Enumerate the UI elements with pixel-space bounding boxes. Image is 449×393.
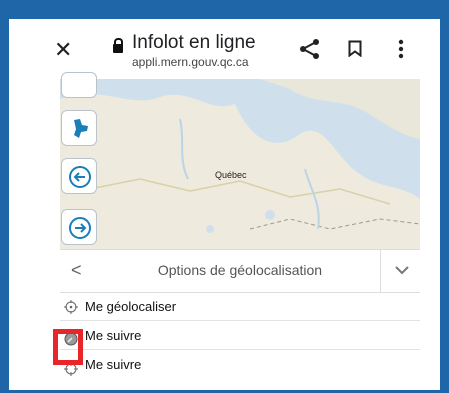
option-label: Me géolocaliser bbox=[85, 299, 177, 314]
lock-icon bbox=[113, 38, 123, 53]
previous-extent-button[interactable] bbox=[61, 158, 97, 194]
close-icon[interactable]: ✕ bbox=[54, 38, 72, 62]
option-me-suivre-2[interactable]: Me suivre bbox=[60, 353, 420, 379]
option-label: Me suivre bbox=[85, 328, 142, 343]
geolocation-panel-header: < Options de géolocalisation bbox=[60, 249, 420, 293]
header-divider bbox=[380, 250, 381, 292]
map-land bbox=[60, 79, 420, 249]
arrow-right-icon bbox=[69, 217, 91, 239]
bookmark-icon[interactable] bbox=[348, 40, 362, 57]
page-url: appli.mern.gouv.qc.ca bbox=[132, 55, 249, 69]
more-options-icon[interactable] bbox=[397, 38, 405, 60]
crosshair-icon bbox=[64, 300, 78, 314]
page-title: Infolot en ligne bbox=[132, 32, 256, 53]
arrow-left-icon bbox=[69, 166, 91, 188]
option-me-geolocaliser[interactable]: Me géolocaliser bbox=[60, 295, 420, 321]
map-view[interactable]: Québec bbox=[60, 79, 420, 249]
option-me-suivre[interactable]: Me suivre bbox=[60, 324, 420, 350]
chevron-down-icon[interactable] bbox=[394, 262, 410, 278]
next-extent-button[interactable] bbox=[61, 209, 97, 245]
share-icon[interactable] bbox=[299, 38, 321, 60]
highlight-box bbox=[53, 329, 83, 365]
quebec-shape-icon bbox=[74, 119, 88, 138]
quebec-map-button[interactable] bbox=[61, 110, 97, 146]
panel-title: Options de géolocalisation bbox=[157, 262, 323, 278]
map-place-label: Québec bbox=[215, 170, 247, 180]
option-label: Me suivre bbox=[85, 357, 142, 372]
map-tool-top[interactable] bbox=[61, 72, 97, 98]
